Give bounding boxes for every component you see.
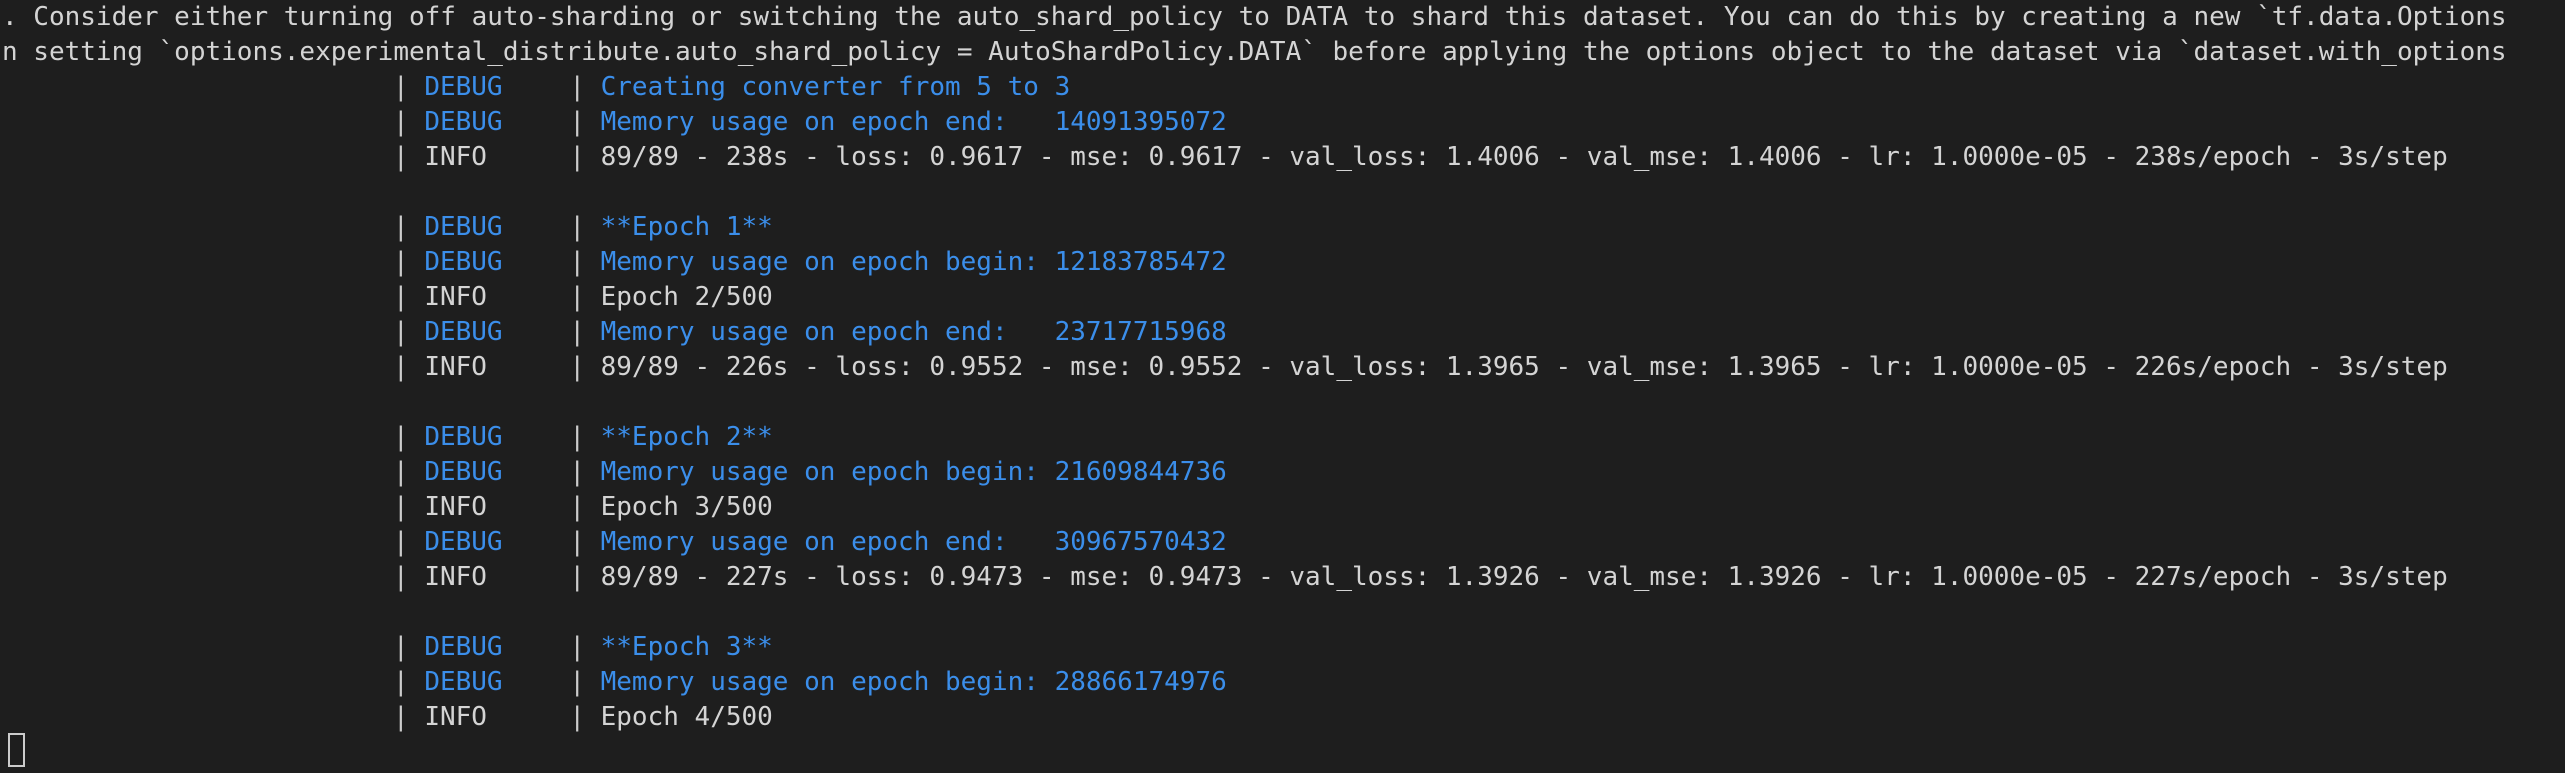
log-message: Epoch 4/500 xyxy=(600,702,773,732)
column-separator: | xyxy=(393,352,409,382)
log-message: Memory usage on epoch end: 14091395072 xyxy=(600,107,1227,137)
column-separator: | xyxy=(393,212,409,242)
log-line: | DEBUG | Memory usage on epoch begin: 12… xyxy=(0,245,2565,280)
column-separator: | xyxy=(569,632,585,662)
column-separator: | xyxy=(393,562,409,592)
log-line: | DEBUG | Memory usage on epoch end: 3096… xyxy=(0,525,2565,560)
log-line: | DEBUG | Memory usage on epoch begin: 21… xyxy=(0,455,2565,490)
log-level: DEBUG xyxy=(424,632,503,662)
column-separator: | xyxy=(569,527,585,557)
log-line: | DEBUG | Creating converter from 5 to 3 xyxy=(0,70,2565,105)
column-separator: | xyxy=(393,142,409,172)
log-line: | DEBUG | **Epoch 3** xyxy=(0,630,2565,665)
log-level: INFO xyxy=(424,562,487,592)
log-line: | DEBUG | Memory usage on epoch end: 2371… xyxy=(0,315,2565,350)
log-message: Memory usage on epoch begin: 12183785472 xyxy=(600,247,1227,277)
column-separator: | xyxy=(569,702,585,732)
log-message: Memory usage on epoch begin: 28866174976 xyxy=(600,667,1227,697)
column-separator: | xyxy=(569,247,585,277)
log-level: DEBUG xyxy=(424,527,503,557)
column-separator: | xyxy=(393,702,409,732)
log-message: 89/89 - 227s - loss: 0.9473 - mse: 0.947… xyxy=(600,562,2448,592)
log-message: Memory usage on epoch end: 30967570432 xyxy=(600,527,1227,557)
terminal-window[interactable]: . Consider either turning off auto-shard… xyxy=(0,0,2565,773)
column-separator: | xyxy=(393,457,409,487)
log-level: INFO xyxy=(424,142,487,172)
column-separator: | xyxy=(569,282,585,312)
log-message: 89/89 - 238s - loss: 0.9617 - mse: 0.961… xyxy=(600,142,2448,172)
log-line: | DEBUG | Memory usage on epoch end: 1409… xyxy=(0,105,2565,140)
log-message: **Epoch 2** xyxy=(600,422,773,452)
log-line: | DEBUG | **Epoch 1** xyxy=(0,210,2565,245)
log-message: Memory usage on epoch begin: 21609844736 xyxy=(600,457,1227,487)
log-level: DEBUG xyxy=(424,212,503,242)
column-separator: | xyxy=(393,422,409,452)
log-line: | DEBUG | Memory usage on epoch begin: 28… xyxy=(0,665,2565,700)
log-level: DEBUG xyxy=(424,422,503,452)
column-separator: | xyxy=(569,352,585,382)
log-line: | DEBUG | **Epoch 2** xyxy=(0,420,2565,455)
log-message: Creating converter from 5 to 3 xyxy=(600,72,1071,102)
log-level: DEBUG xyxy=(424,667,503,697)
log-message: **Epoch 3** xyxy=(600,632,773,662)
column-separator: | xyxy=(393,72,409,102)
column-separator: | xyxy=(569,562,585,592)
log-level: DEBUG xyxy=(424,457,503,487)
log-level: DEBUG xyxy=(424,247,503,277)
column-separator: | xyxy=(569,212,585,242)
log-level: INFO xyxy=(424,282,487,312)
log-message: **Epoch 1** xyxy=(600,212,773,242)
column-separator: | xyxy=(393,282,409,312)
column-separator: | xyxy=(393,492,409,522)
log-output: | DEBUG | Creating converter from 5 to 3 |… xyxy=(0,70,2565,735)
column-separator: | xyxy=(569,317,585,347)
terminal-cursor xyxy=(8,733,25,767)
log-line: | INFO | Epoch 4/500 xyxy=(0,700,2565,735)
log-level: DEBUG xyxy=(424,317,503,347)
column-separator: | xyxy=(393,527,409,557)
log-level: DEBUG xyxy=(424,107,503,137)
log-message: Epoch 2/500 xyxy=(600,282,773,312)
column-separator: | xyxy=(569,492,585,522)
log-line: | INFO | 89/89 - 226s - loss: 0.9552 - ms… xyxy=(0,350,2565,385)
column-separator: | xyxy=(569,142,585,172)
log-level: INFO xyxy=(424,702,487,732)
column-separator: | xyxy=(569,457,585,487)
log-level: DEBUG xyxy=(424,72,503,102)
log-line: | INFO | 89/89 - 227s - loss: 0.9473 - ms… xyxy=(0,560,2565,595)
terminal-header-line-2: n setting `options.experimental_distribu… xyxy=(2,37,2507,67)
column-separator: | xyxy=(569,107,585,137)
terminal-header-line-1: . Consider either turning off auto-shard… xyxy=(2,2,2507,32)
log-line: | INFO | Epoch 3/500 xyxy=(0,490,2565,525)
column-separator: | xyxy=(569,667,585,697)
column-separator: | xyxy=(393,107,409,137)
column-separator: | xyxy=(393,247,409,277)
column-separator: | xyxy=(569,422,585,452)
log-message: Epoch 3/500 xyxy=(600,492,773,522)
column-separator: | xyxy=(569,72,585,102)
log-level: INFO xyxy=(424,352,487,382)
column-separator: | xyxy=(393,317,409,347)
log-message: Memory usage on epoch end: 23717715968 xyxy=(600,317,1227,347)
column-separator: | xyxy=(393,667,409,697)
log-line: | INFO | Epoch 2/500 xyxy=(0,280,2565,315)
log-line: | INFO | 89/89 - 238s - loss: 0.9617 - ms… xyxy=(0,140,2565,175)
log-message: 89/89 - 226s - loss: 0.9552 - mse: 0.955… xyxy=(600,352,2448,382)
log-level: INFO xyxy=(424,492,487,522)
column-separator: | xyxy=(393,632,409,662)
